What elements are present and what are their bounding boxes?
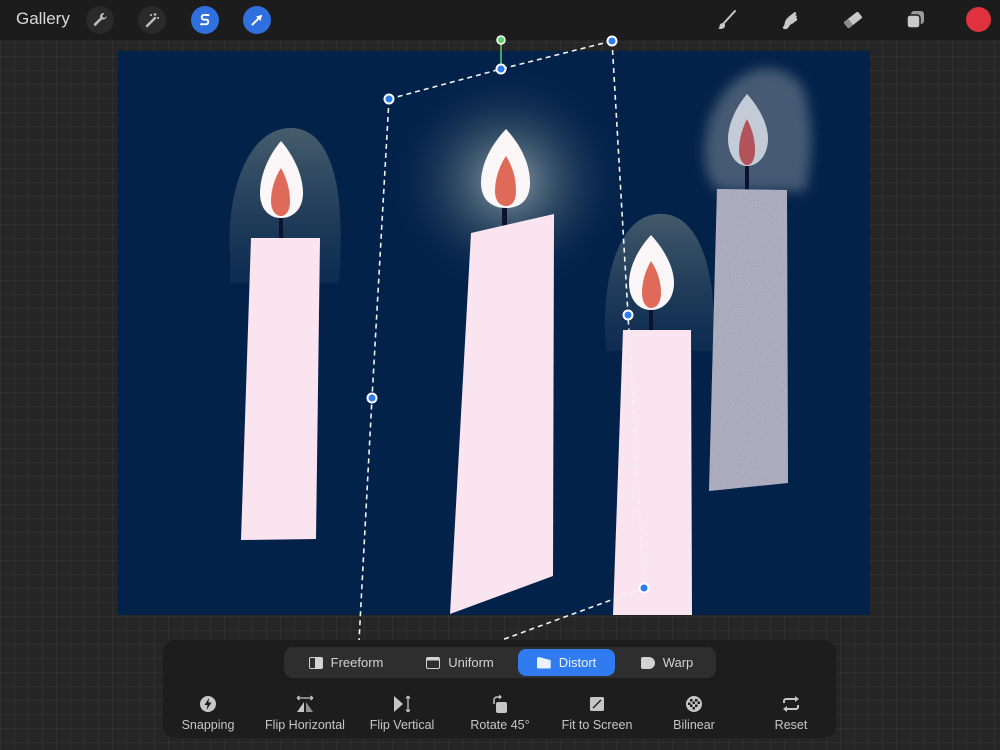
top-right-handle[interactable] xyxy=(606,35,618,47)
top-middle-handle[interactable] xyxy=(495,63,507,75)
artwork xyxy=(229,66,812,615)
fit-to-screen-icon xyxy=(590,697,604,711)
rotate-icon xyxy=(493,694,507,713)
flip-horizontal-icon xyxy=(296,695,314,712)
flip-vertical-button[interactable]: Flip Vertical xyxy=(354,694,450,732)
smudge-button[interactable] xyxy=(776,6,804,34)
eraser-icon xyxy=(844,11,862,29)
top-toolbar: Gallery xyxy=(0,0,1000,40)
color-picker-button[interactable] xyxy=(966,7,991,32)
arrow-cursor-icon xyxy=(251,15,262,26)
snapping-button[interactable]: Snapping xyxy=(160,694,256,732)
flip-horizontal-button[interactable]: Flip Horizontal xyxy=(257,694,353,732)
right-middle-handle[interactable] xyxy=(622,309,634,321)
selection-button[interactable] xyxy=(191,6,219,34)
layers-button[interactable] xyxy=(901,6,929,34)
bilinear-button[interactable]: Bilinear xyxy=(646,694,742,732)
candle-4 xyxy=(704,68,812,491)
candle-2 xyxy=(388,66,628,614)
candle-1 xyxy=(229,127,341,540)
brush-button[interactable] xyxy=(713,6,741,34)
adjustments-button[interactable] xyxy=(138,6,166,34)
bottom-right-handle[interactable] xyxy=(638,582,650,594)
distort-icon xyxy=(536,656,551,669)
artwork-canvas[interactable] xyxy=(118,51,870,615)
mode-uniform[interactable]: Uniform xyxy=(410,649,510,676)
wrench-icon xyxy=(93,13,107,26)
rotate-45-button[interactable]: Rotate 45° xyxy=(452,694,548,732)
transform-panel: Freeform Uniform Distort Warp Snapping F… xyxy=(163,640,836,738)
transform-mode-selector: Freeform Uniform Distort Warp xyxy=(284,647,716,678)
candle-3 xyxy=(604,213,714,615)
brush-icon xyxy=(718,10,736,29)
lightning-icon xyxy=(200,696,216,712)
uniform-icon xyxy=(426,656,441,669)
left-middle-handle[interactable] xyxy=(366,392,378,404)
fit-to-screen-button[interactable]: Fit to Screen xyxy=(549,694,645,732)
top-left-handle[interactable] xyxy=(383,93,395,105)
reset-icon xyxy=(783,696,799,712)
layers-icon xyxy=(906,11,924,29)
magic-wand-icon xyxy=(145,13,159,28)
eraser-button[interactable] xyxy=(839,6,867,34)
warp-icon xyxy=(640,656,655,669)
bilinear-icon xyxy=(686,696,702,712)
actions-button[interactable] xyxy=(86,6,114,34)
smudge-finger-icon xyxy=(782,12,798,30)
reset-button[interactable]: Reset xyxy=(743,694,839,732)
transform-button[interactable] xyxy=(243,6,271,34)
gallery-button[interactable]: Gallery xyxy=(16,9,70,29)
mode-distort[interactable]: Distort xyxy=(518,649,615,676)
selection-s-icon xyxy=(200,14,210,26)
flip-vertical-icon xyxy=(394,695,411,713)
mode-warp[interactable]: Warp xyxy=(627,649,707,676)
freeform-icon xyxy=(308,656,323,669)
rotation-handle[interactable] xyxy=(496,35,506,45)
mode-freeform[interactable]: Freeform xyxy=(296,649,396,676)
